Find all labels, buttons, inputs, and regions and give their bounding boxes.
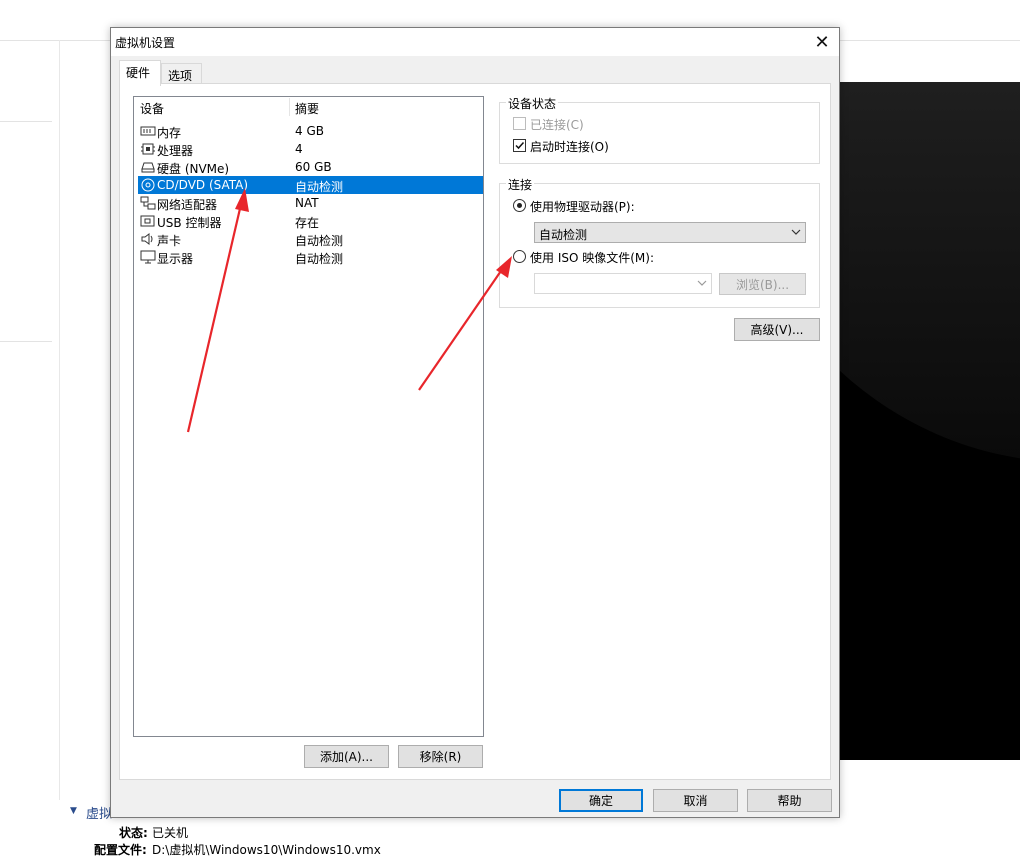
dialog-titlebar[interactable]: 虚拟机设置 ✕ bbox=[111, 28, 839, 56]
sound-card-icon bbox=[140, 232, 156, 246]
checkmark-icon bbox=[515, 141, 525, 150]
device-name: 显示器 bbox=[157, 252, 194, 266]
physical-drive-select[interactable]: 自动检测 bbox=[534, 222, 806, 243]
browse-button[interactable]: 浏览(B)... bbox=[719, 273, 806, 295]
device-row-hard-disk[interactable]: 硬盘 (NVMe) 60 GB bbox=[138, 158, 483, 176]
processor-icon bbox=[140, 142, 156, 156]
cancel-button[interactable]: 取消 bbox=[653, 789, 738, 812]
remove-device-button[interactable]: 移除(R) bbox=[398, 745, 483, 768]
connected-checkbox[interactable] bbox=[513, 117, 526, 130]
display-icon bbox=[140, 250, 156, 264]
connection-title: 连接 bbox=[506, 176, 535, 193]
chevron-down-icon bbox=[697, 280, 707, 286]
ok-button[interactable]: 确定 bbox=[559, 789, 643, 812]
advanced-button[interactable]: 高级(V)... bbox=[734, 318, 820, 341]
tab-options[interactable]: 选项 bbox=[161, 63, 202, 84]
device-summary: 自动检测 bbox=[295, 180, 344, 194]
hard-disk-icon bbox=[140, 160, 156, 174]
network-adapter-icon bbox=[140, 196, 156, 210]
connection-group: 连接 使用物理驱动器(P): 自动检测 使用 ISO 映像文件(M): 浏览(B… bbox=[499, 176, 820, 308]
connect-at-power-on-label: 启动时连接(O) bbox=[530, 140, 609, 154]
device-summary: 60 GB bbox=[295, 160, 332, 174]
physical-drive-radio[interactable] bbox=[513, 199, 526, 212]
close-icon[interactable]: ✕ bbox=[805, 28, 839, 56]
device-list-header: 设备 摘要 bbox=[134, 97, 483, 117]
device-name: USB 控制器 bbox=[157, 216, 222, 230]
device-summary: 4 GB bbox=[295, 124, 324, 138]
connected-label: 已连接(C) bbox=[530, 118, 584, 132]
tab-hardware[interactable]: 硬件 bbox=[119, 60, 161, 86]
column-separator[interactable] bbox=[289, 98, 290, 116]
device-name: CD/DVD (SATA) bbox=[157, 178, 249, 192]
iso-path-combo[interactable] bbox=[534, 273, 712, 294]
column-header-summary[interactable]: 摘要 bbox=[295, 100, 319, 117]
status-label: 状态: bbox=[119, 826, 148, 840]
device-name: 处理器 bbox=[157, 144, 194, 158]
device-summary: 存在 bbox=[295, 216, 320, 230]
vm-screen-sheen bbox=[840, 82, 1020, 462]
iso-file-label: 使用 ISO 映像文件(M): bbox=[530, 251, 654, 265]
device-summary: 自动检测 bbox=[295, 252, 344, 266]
physical-drive-label: 使用物理驱动器(P): bbox=[530, 200, 635, 214]
device-name: 硬盘 (NVMe) bbox=[157, 162, 230, 176]
memory-icon bbox=[140, 124, 156, 138]
dialog-title: 虚拟机设置 bbox=[115, 36, 176, 50]
usb-icon bbox=[140, 214, 156, 228]
radio-selected-dot bbox=[517, 203, 522, 208]
device-name: 网络适配器 bbox=[157, 198, 218, 212]
device-name: 内存 bbox=[157, 126, 182, 140]
config-label: 配置文件: bbox=[94, 843, 147, 857]
cd-dvd-icon bbox=[140, 178, 156, 192]
vm-preview-screen[interactable] bbox=[840, 82, 1020, 760]
device-list[interactable]: 设备 摘要 内存 4 GB 处理器 4 硬盘 (NVMe) 60 GB CD/D… bbox=[133, 96, 484, 737]
iso-file-radio[interactable] bbox=[513, 250, 526, 263]
help-button[interactable]: 帮助 bbox=[747, 789, 832, 812]
chevron-down-icon bbox=[791, 229, 801, 235]
add-device-button[interactable]: 添加(A)... bbox=[304, 745, 389, 768]
connect-at-power-on-checkbox[interactable] bbox=[513, 139, 526, 152]
status-value: 已关机 bbox=[152, 826, 189, 840]
vm-settings-dialog: 虚拟机设置 ✕ 硬件 选项 设备 摘要 内存 4 GB 处理器 4 硬盘 (NV… bbox=[110, 27, 840, 818]
device-summary: 自动检测 bbox=[295, 234, 344, 248]
device-row-cd-dvd[interactable]: CD/DVD (SATA) 自动检测 bbox=[138, 176, 483, 194]
config-value: D:\虚拟机\Windows10\Windows10.vmx bbox=[152, 843, 381, 857]
column-header-device[interactable]: 设备 bbox=[140, 100, 164, 117]
physical-drive-value: 自动检测 bbox=[539, 228, 588, 242]
device-summary: 4 bbox=[295, 142, 303, 156]
device-status-title: 设备状态 bbox=[506, 95, 559, 112]
device-row-sound-card[interactable]: 声卡 自动检测 bbox=[138, 230, 483, 248]
device-name: 声卡 bbox=[157, 234, 182, 248]
collapse-triangle-icon[interactable]: ▼ bbox=[70, 806, 77, 816]
device-row-processor[interactable]: 处理器 4 bbox=[138, 140, 483, 158]
device-row-memory[interactable]: 内存 4 GB bbox=[138, 122, 483, 140]
device-summary: NAT bbox=[295, 196, 319, 210]
device-row-display[interactable]: 显示器 自动检测 bbox=[138, 248, 483, 266]
hardware-panel: 设备 摘要 内存 4 GB 处理器 4 硬盘 (NVMe) 60 GB CD/D… bbox=[119, 83, 831, 780]
section-title: 虚拟 bbox=[86, 807, 113, 822]
device-row-usb-controller[interactable]: USB 控制器 存在 bbox=[138, 212, 483, 230]
device-status-group: 设备状态 已连接(C) 启动时连接(O) bbox=[499, 95, 820, 164]
device-row-network-adapter[interactable]: 网络适配器 NAT bbox=[138, 194, 483, 212]
